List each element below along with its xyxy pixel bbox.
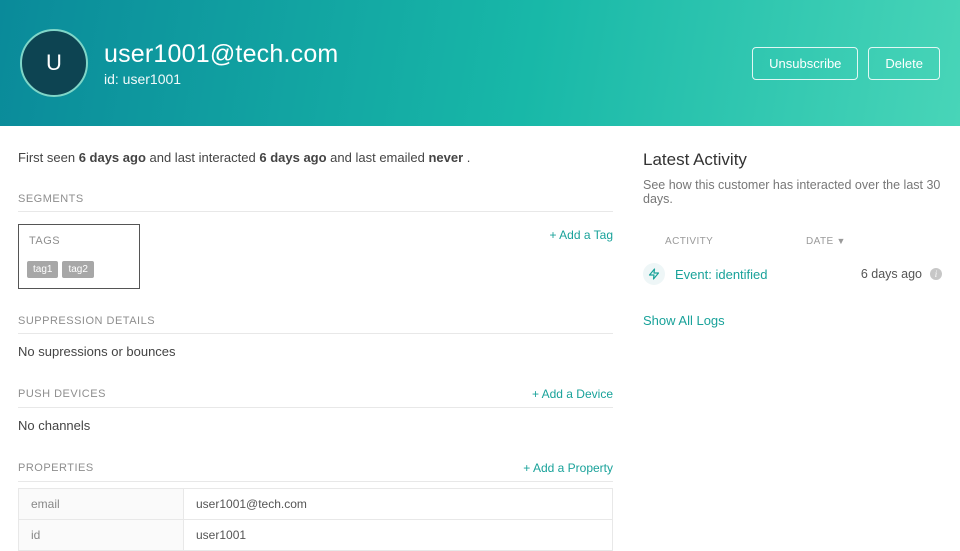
unsubscribe-button[interactable]: Unsubscribe (752, 47, 858, 80)
profile-left-column: First seen 6 days ago and last interacte… (18, 150, 613, 551)
add-tag-link[interactable]: + Add a Tag (549, 228, 613, 242)
activity-column-label: ACTIVITY (665, 236, 806, 247)
properties-table: email user1001@tech.com id user1001 (18, 488, 613, 551)
suppression-heading: SUPPRESSION DETAILS (18, 307, 613, 334)
suppression-body: No supressions or bounces (18, 334, 613, 379)
page-subtitle: id: user1001 (104, 71, 338, 87)
delete-button[interactable]: Delete (868, 47, 940, 80)
avatar: U (20, 29, 88, 97)
tags-row: tag1 tag2 (27, 261, 133, 278)
push-body: No channels (18, 408, 613, 453)
push-heading: PUSH DEVICES + Add a Device (18, 379, 613, 408)
sort-desc-icon: ▼ (837, 236, 846, 246)
title-block: user1001@tech.com id: user1001 (104, 40, 338, 87)
tags-section: TAGS tag1 tag2 + Add a Tag (18, 212, 613, 307)
info-icon[interactable]: i (930, 268, 942, 280)
table-row: email user1001@tech.com (19, 489, 613, 520)
property-key: id (19, 520, 184, 551)
add-property-link[interactable]: + Add a Property (523, 461, 613, 475)
tags-heading: TAGS (29, 235, 133, 247)
segments-heading: SEGMENTS (18, 185, 613, 212)
bolt-icon (643, 263, 665, 285)
activity-table-header: ACTIVITY DATE▼ (643, 236, 942, 255)
show-all-logs-link[interactable]: Show All Logs (643, 313, 725, 328)
add-device-link[interactable]: + Add a Device (532, 387, 613, 401)
latest-activity-title: Latest Activity (643, 150, 942, 170)
property-value: user1001@tech.com (184, 489, 613, 520)
date-column-label[interactable]: DATE▼ (806, 236, 936, 247)
table-row: id user1001 (19, 520, 613, 551)
page-title: user1001@tech.com (104, 40, 338, 69)
latest-activity-subtitle: See how this customer has interacted ove… (643, 178, 942, 206)
activity-event-link[interactable]: Event: identified (675, 267, 861, 282)
header-actions: Unsubscribe Delete (752, 47, 940, 80)
activity-date: 6 days ago (861, 267, 922, 281)
avatar-letter: U (46, 50, 62, 76)
tag-chip[interactable]: tag1 (27, 261, 58, 278)
tags-box: TAGS tag1 tag2 (18, 224, 140, 289)
last-emailed-value: never (428, 150, 463, 165)
first-seen-value: 6 days ago (79, 150, 146, 165)
property-key: email (19, 489, 184, 520)
last-interacted-value: 6 days ago (259, 150, 326, 165)
latest-activity-column: Latest Activity See how this customer ha… (643, 150, 942, 551)
overview-line: First seen 6 days ago and last interacte… (18, 150, 613, 165)
tag-chip[interactable]: tag2 (62, 261, 93, 278)
property-value: user1001 (184, 520, 613, 551)
activity-row: Event: identified 6 days ago i (643, 255, 942, 293)
profile-header: U user1001@tech.com id: user1001 Unsubsc… (0, 0, 960, 126)
properties-heading: PROPERTIES + Add a Property (18, 453, 613, 482)
